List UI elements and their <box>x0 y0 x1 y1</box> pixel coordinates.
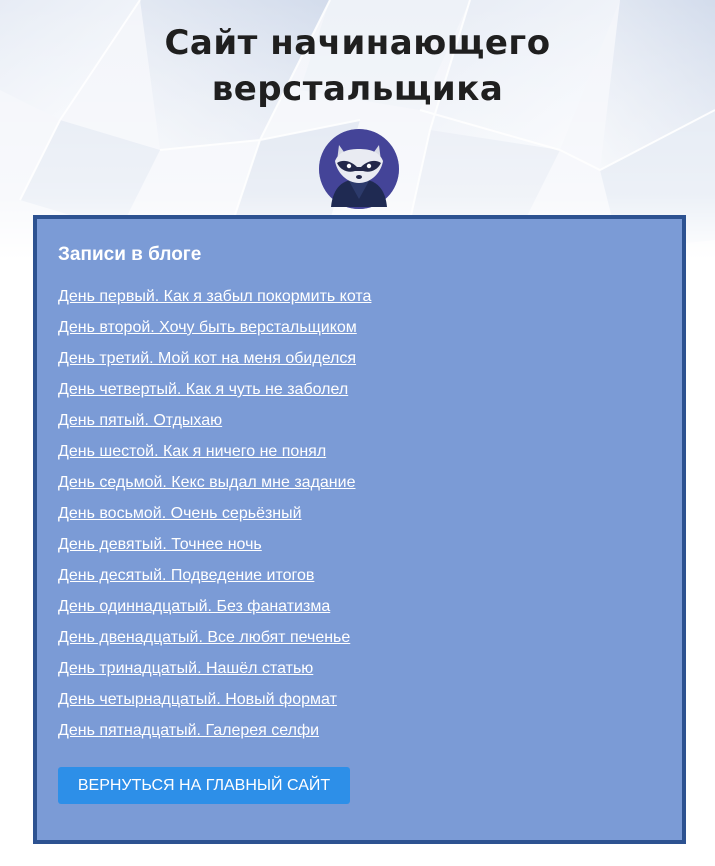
list-item: День третий. Мой кот на меня обиделся <box>58 346 371 377</box>
post-link-14[interactable]: День четырнадцатый. Новый формат <box>58 691 337 708</box>
page-title-line-1: Сайт начинающего <box>164 23 551 63</box>
list-item: День пятнадцатый. Галерея селфи <box>58 718 371 749</box>
post-link-4[interactable]: День четвертый. Как я чуть не заболел <box>58 381 348 398</box>
post-link-3[interactable]: День третий. Мой кот на меня обиделся <box>58 350 356 367</box>
list-item: День восьмой. Очень серьёзный <box>58 501 371 532</box>
blog-post-list: День первый. Как я забыл покормить кота … <box>58 284 371 749</box>
list-item: День пятый. Отдыхаю <box>58 408 371 439</box>
blog-panel: Записи в блоге День первый. Как я забыл … <box>33 215 686 844</box>
post-link-11[interactable]: День одиннадцатый. Без фанатизма <box>58 598 330 615</box>
list-item: День тринадцатый. Нашёл статью <box>58 656 371 687</box>
list-item: День двенадцатый. Все любят печенье <box>58 625 371 656</box>
list-item: День второй. Хочу быть верстальщиком <box>58 315 371 346</box>
post-link-8[interactable]: День восьмой. Очень серьёзный <box>58 505 302 522</box>
post-link-1[interactable]: День первый. Как я забыл покормить кота <box>58 288 371 305</box>
post-link-10[interactable]: День десятый. Подведение итогов <box>58 567 314 584</box>
post-link-7[interactable]: День седьмой. Кекс выдал мне задание <box>58 474 355 491</box>
post-link-2[interactable]: День второй. Хочу быть верстальщиком <box>58 319 357 336</box>
page-title-line-2: верстальщика <box>211 69 504 109</box>
list-item: День десятый. Подведение итогов <box>58 563 371 594</box>
page-title: Сайт начинающего верстальщика <box>0 20 715 112</box>
back-to-main-site-button[interactable]: ВЕРНУТЬСЯ НА ГЛАВНЫЙ САЙТ <box>58 767 350 804</box>
list-item: День четырнадцатый. Новый формат <box>58 687 371 718</box>
list-item: День девятый. Точнее ночь <box>58 532 371 563</box>
list-item: День первый. Как я забыл покормить кота <box>58 284 371 315</box>
post-link-12[interactable]: День двенадцатый. Все любят печенье <box>58 629 350 646</box>
raccoon-avatar-icon <box>319 129 399 209</box>
list-item: День седьмой. Кекс выдал мне задание <box>58 470 371 501</box>
post-link-6[interactable]: День шестой. Как я ничего не понял <box>58 443 326 460</box>
blog-heading: Записи в блоге <box>58 244 202 265</box>
list-item: День одиннадцатый. Без фанатизма <box>58 594 371 625</box>
post-link-15[interactable]: День пятнадцатый. Галерея селфи <box>58 722 319 739</box>
post-link-13[interactable]: День тринадцатый. Нашёл статью <box>58 660 313 677</box>
post-link-9[interactable]: День девятый. Точнее ночь <box>58 536 262 553</box>
list-item: День шестой. Как я ничего не понял <box>58 439 371 470</box>
post-link-5[interactable]: День пятый. Отдыхаю <box>58 412 222 429</box>
list-item: День четвертый. Как я чуть не заболел <box>58 377 371 408</box>
